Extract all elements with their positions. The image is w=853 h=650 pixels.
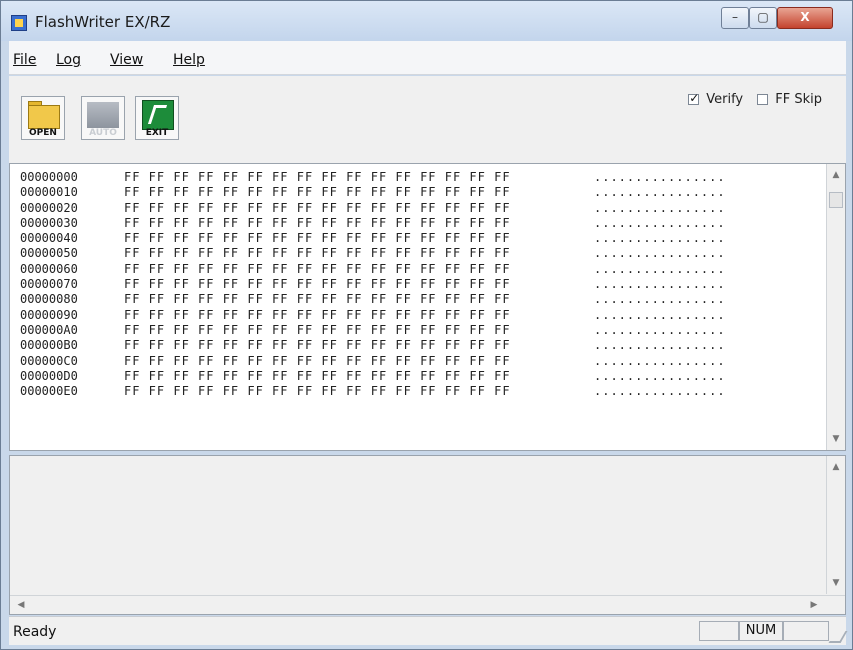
- hex-row: 00000000 FF FF FF FF FF FF FF FF FF FF FF…: [20, 170, 726, 184]
- num-lock-indicator: NUM: [739, 621, 783, 641]
- status-text: Ready: [13, 624, 57, 640]
- ff-skip-label: FF Skip: [775, 92, 822, 107]
- main-window: FlashWriter EX/RZ – ▢ X File Log View He…: [0, 0, 853, 650]
- hex-row: 00000060 FF FF FF FF FF FF FF FF FF FF FF…: [20, 261, 726, 276]
- hex-rows: 00000000 FF FF FF FF FF FF FF FF FF FF FF…: [20, 170, 820, 444]
- menu-log[interactable]: Log: [56, 52, 81, 68]
- window-title: FlashWriter EX/RZ: [35, 13, 171, 31]
- minimize-button[interactable]: –: [721, 7, 749, 29]
- hex-row: 000000E0 FF FF FF FF FF FF FF FF FF FF FF…: [20, 384, 726, 399]
- hex-row: 000000D0 FF FF FF FF FF FF FF FF FF FF FF…: [20, 368, 726, 383]
- auto-label: AUTO: [89, 128, 117, 138]
- open-label: OPEN: [29, 128, 57, 138]
- hex-row: 00000030 FF FF FF FF FF FF FF FF FF FF FF…: [20, 215, 726, 230]
- log-view[interactable]: ▲ ▼ ◀ ▶: [9, 455, 846, 615]
- log-vertical-scrollbar[interactable]: ▲ ▼: [826, 456, 845, 594]
- menu-bar: File Log View Help: [9, 41, 846, 75]
- close-button[interactable]: X: [777, 7, 833, 29]
- toolbar: OPEN AUTO EXIT Verify FF Skip: [9, 76, 846, 163]
- verify-checkbox[interactable]: [688, 92, 699, 105]
- hex-row: 00000020 FF FF FF FF FF FF FF FF FF FF FF…: [20, 200, 726, 215]
- hex-view[interactable]: 00000000 FF FF FF FF FF FF FF FF FF FF FF…: [9, 163, 846, 451]
- scroll-up-icon[interactable]: ▲: [831, 170, 841, 180]
- menu-view[interactable]: View: [110, 52, 143, 68]
- log-scroll-down-icon[interactable]: ▼: [831, 578, 841, 588]
- folder-icon: [28, 105, 60, 129]
- hex-row: 00000050 FF FF FF FF FF FF FF FF FF FF FF…: [20, 246, 726, 261]
- open-button[interactable]: OPEN: [21, 96, 65, 140]
- log-horizontal-scrollbar[interactable]: ◀ ▶: [10, 595, 845, 614]
- exit-label: EXIT: [145, 128, 169, 138]
- options-checks: Verify FF Skip: [688, 92, 832, 107]
- status-panel: [699, 621, 739, 641]
- hex-row: 00000080 FF FF FF FF FF FF FF FF FF FF FF…: [20, 292, 726, 307]
- auto-icon: [87, 102, 119, 128]
- maximize-button[interactable]: ▢: [749, 7, 777, 29]
- hex-row: 000000C0 FF FF FF FF FF FF FF FF FF FF FF…: [20, 353, 726, 368]
- status-bar: Ready NUM: [9, 616, 848, 645]
- hex-row: 00000010 FF FF FF FF FF FF FF FF FF FF FF…: [20, 185, 726, 200]
- exit-button[interactable]: EXIT: [135, 96, 179, 140]
- auto-button[interactable]: AUTO: [81, 96, 125, 140]
- hex-row: 00000070 FF FF FF FF FF FF FF FF FF FF FF…: [20, 277, 726, 292]
- ff-skip-checkbox[interactable]: [757, 94, 769, 105]
- status-panel: [783, 621, 829, 641]
- log-scroll-up-icon[interactable]: ▲: [831, 462, 841, 472]
- menu-file[interactable]: File: [13, 52, 36, 68]
- scroll-down-icon[interactable]: ▼: [831, 434, 841, 444]
- hex-row: 000000A0 FF FF FF FF FF FF FF FF FF FF FF…: [20, 322, 726, 337]
- scroll-thumb[interactable]: [829, 192, 843, 208]
- title-bar: FlashWriter EX/RZ – ▢ X: [1, 1, 852, 41]
- hex-row: 00000040 FF FF FF FF FF FF FF FF FF FF FF…: [20, 231, 726, 246]
- hex-row: 00000090 FF FF FF FF FF FF FF FF FF FF FF…: [20, 307, 726, 322]
- verify-label: Verify: [706, 92, 744, 107]
- scroll-left-icon[interactable]: ◀: [16, 600, 26, 610]
- hex-vertical-scrollbar[interactable]: ▲ ▼: [826, 164, 845, 450]
- exit-icon: [142, 100, 174, 130]
- menu-help[interactable]: Help: [173, 52, 205, 68]
- resize-grip-icon[interactable]: [828, 631, 848, 643]
- hex-row: 000000B0 FF FF FF FF FF FF FF FF FF FF FF…: [20, 338, 726, 353]
- app-icon: [11, 15, 27, 31]
- scroll-right-icon[interactable]: ▶: [809, 600, 819, 610]
